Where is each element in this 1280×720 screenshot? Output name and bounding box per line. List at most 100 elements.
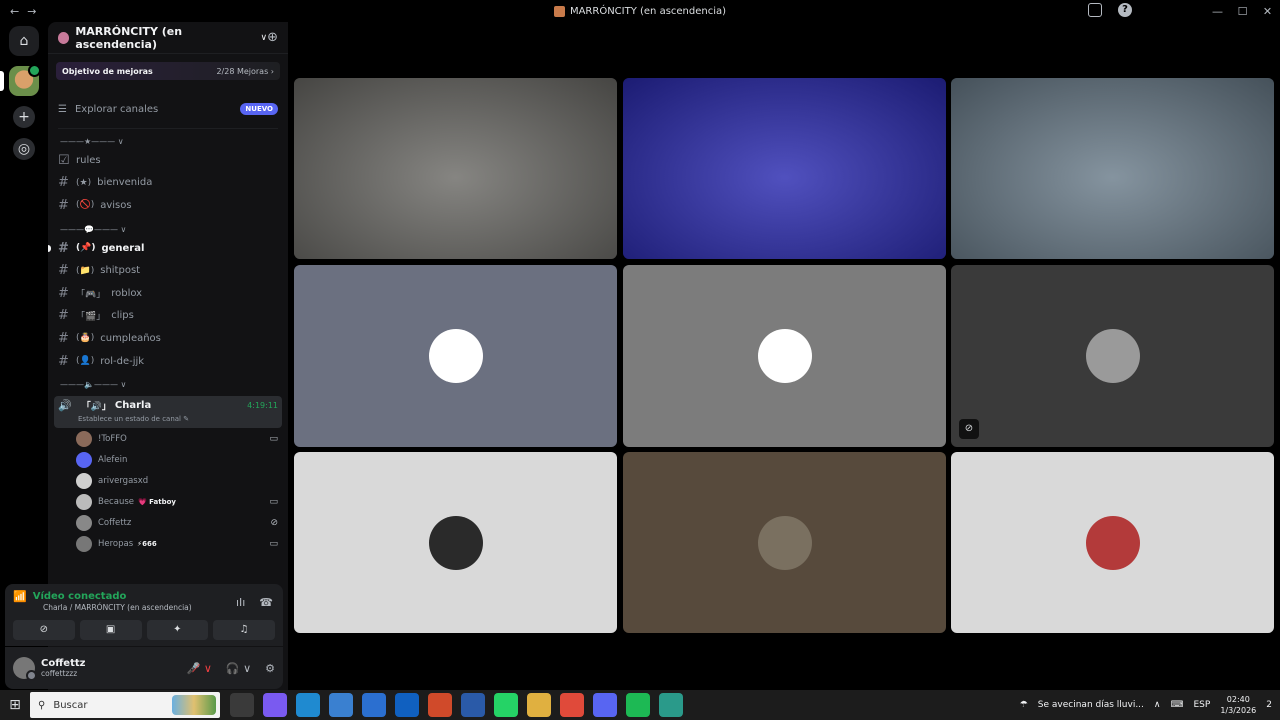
- mic-muted-icon[interactable]: 🎤̸ ∨: [187, 662, 212, 675]
- noise-suppression-icon[interactable]: ıIı: [236, 596, 245, 609]
- channel-rol-de-jjk[interactable]: # (👤) rol-de-jjk: [48, 350, 288, 373]
- chrome-icon[interactable]: [560, 693, 584, 717]
- direct-messages-button[interactable]: ⌂: [9, 26, 39, 56]
- inbox-icon[interactable]: [1088, 3, 1102, 17]
- voice-user[interactable]: Heropas ⚡666 ▭: [48, 533, 288, 554]
- disconnect-icon[interactable]: ☎: [259, 596, 273, 609]
- headset-icon[interactable]: 🎧 ∨: [226, 662, 251, 675]
- boost-goal-bar[interactable]: Objetivo de mejoras 2/28 Mejoras ›: [56, 62, 280, 80]
- avatar: [757, 329, 812, 383]
- video-tile-avatar[interactable]: [294, 452, 617, 633]
- edge-icon[interactable]: [296, 693, 320, 717]
- task-view-icon[interactable]: [230, 693, 254, 717]
- server-header[interactable]: MARRÓNCITY (en ascendencia) ∨ ⊕: [48, 22, 288, 54]
- channel-label: cumpleaños: [100, 332, 161, 344]
- explore-channels[interactable]: ☰ Explorar canales NUEVO: [48, 98, 288, 120]
- voice-connection-panel: 📶 Vídeo conectado Charla / MARRÓNCITY (e…: [5, 584, 283, 646]
- channel-avisos[interactable]: # (🚫) avisos: [48, 194, 288, 217]
- voice-user[interactable]: Because 💗 Fatboy ▭: [48, 491, 288, 512]
- channel-status[interactable]: Establece un estado de canal ✎: [58, 415, 278, 423]
- channel-roblox[interactable]: # 「🎮」 roblox: [48, 282, 288, 305]
- connection-actions: ıIı ☎: [236, 596, 273, 609]
- avatar[interactable]: [13, 657, 37, 681]
- avatar: [76, 493, 92, 510]
- camera-icon: ▭: [269, 538, 278, 549]
- app-icon[interactable]: [659, 693, 683, 717]
- invite-icon[interactable]: ⊕: [267, 30, 278, 45]
- word-icon[interactable]: [461, 693, 485, 717]
- server-icon: [553, 5, 565, 17]
- taskbar-search[interactable]: ⚲ Buscar: [30, 692, 220, 718]
- hash-icon: #: [58, 330, 69, 346]
- clock[interactable]: 02:40 1/3/2026: [1220, 694, 1256, 716]
- channel-clips[interactable]: # 「🎬」 clips: [48, 305, 288, 328]
- whatsapp-icon[interactable]: [494, 693, 518, 717]
- connection-status[interactable]: Vídeo conectado: [33, 591, 127, 602]
- close-button[interactable]: ✕: [1255, 0, 1280, 22]
- notifications-icon[interactable]: 2: [1266, 700, 1272, 710]
- screen-share-button[interactable]: ▣: [79, 620, 142, 640]
- channel-cumpleanos[interactable]: # (🎂) cumpleaños: [48, 327, 288, 350]
- gear-icon[interactable]: ⚙: [265, 662, 275, 675]
- voice-user-name: Because: [98, 496, 134, 507]
- store-icon[interactable]: [329, 693, 353, 717]
- channel-emoji: (📌): [76, 243, 96, 254]
- voice-user[interactable]: Alefein: [48, 449, 288, 470]
- channel-label: rol-de-jjk: [100, 355, 145, 367]
- keyboard-icon[interactable]: ⌨: [1171, 700, 1184, 710]
- minimize-button[interactable]: —: [1205, 0, 1230, 22]
- copilot-icon[interactable]: [263, 693, 287, 717]
- channel-label: avisos: [100, 199, 132, 211]
- user-names[interactable]: Coffettz coffettzzz: [41, 658, 85, 678]
- help-icon[interactable]: ?: [1118, 3, 1132, 17]
- powerpoint-icon[interactable]: [428, 693, 452, 717]
- forward-button[interactable]: →: [27, 5, 36, 18]
- video-tile-avatar[interactable]: [294, 265, 617, 447]
- voice-user[interactable]: !ToFFO ▭: [48, 428, 288, 449]
- video-tile-camera[interactable]: [951, 78, 1274, 259]
- discord-icon[interactable]: [593, 693, 617, 717]
- windows-start-icon[interactable]: ⊞: [0, 697, 30, 713]
- video-tile-camera[interactable]: [623, 78, 946, 259]
- video-tile-avatar[interactable]: [623, 265, 946, 447]
- signal-icon[interactable]: 📶: [13, 590, 27, 603]
- video-tile-avatar[interactable]: [623, 452, 946, 633]
- category-header[interactable]: ———🔈——— ∨: [48, 372, 288, 392]
- voice-user[interactable]: Coffettz ⊘: [48, 512, 288, 533]
- video-tile-camera[interactable]: [294, 78, 617, 259]
- weather-text[interactable]: Se avecinan días lluvi...: [1038, 700, 1144, 710]
- voice-channel-charla[interactable]: 🔊 「🔊」 Charla 4:19:11 Establece un estado…: [54, 396, 282, 429]
- explorer-icon[interactable]: [527, 693, 551, 717]
- chevron-down-icon: ∨: [260, 32, 268, 43]
- window-controls: — ☐ ✕: [1205, 0, 1280, 22]
- weather-icon[interactable]: ☂: [1020, 700, 1028, 710]
- channel-shitpost[interactable]: # (📁) shitpost: [48, 259, 288, 282]
- hash-icon: #: [58, 240, 69, 256]
- channel-general[interactable]: # (📌) general: [48, 237, 288, 260]
- video-tile-avatar[interactable]: ⊘: [951, 265, 1274, 447]
- user-controls: 🎤̸ ∨ 🎧 ∨ ⚙: [187, 662, 275, 675]
- category-header[interactable]: ———💬——— ∨: [48, 217, 288, 237]
- language-indicator[interactable]: ESP: [1194, 700, 1211, 710]
- category-header[interactable]: ———★——— ∨: [48, 129, 288, 149]
- back-button[interactable]: ←: [10, 5, 19, 18]
- channel-bienvenida[interactable]: # (★) bienvenida: [48, 172, 288, 195]
- soundboard-button[interactable]: ♫: [213, 620, 275, 640]
- camera-off-button[interactable]: ⊘: [13, 620, 75, 640]
- outlook-icon[interactable]: [395, 693, 419, 717]
- video-tile-avatar[interactable]: [951, 452, 1274, 633]
- channel-emoji: (🚫): [76, 200, 95, 211]
- discover-icon[interactable]: ◎: [13, 138, 35, 160]
- spotify-icon[interactable]: [626, 693, 650, 717]
- voice-user[interactable]: arivergasxd: [48, 470, 288, 491]
- channel-label: general: [101, 242, 145, 254]
- activity-button[interactable]: ✦: [146, 620, 209, 640]
- maximize-button[interactable]: ☐: [1230, 0, 1255, 22]
- channel-rules[interactable]: ☑ rules: [48, 149, 288, 172]
- server-marroncity-icon[interactable]: [0, 64, 41, 96]
- add-server-icon[interactable]: +: [13, 106, 35, 128]
- tray-expand-icon[interactable]: ∧: [1154, 700, 1161, 710]
- server-badge-icon: [58, 31, 70, 44]
- planner-icon[interactable]: [362, 693, 386, 717]
- voice-channel-row: 🔊 「🔊」 Charla 4:19:11: [58, 399, 278, 412]
